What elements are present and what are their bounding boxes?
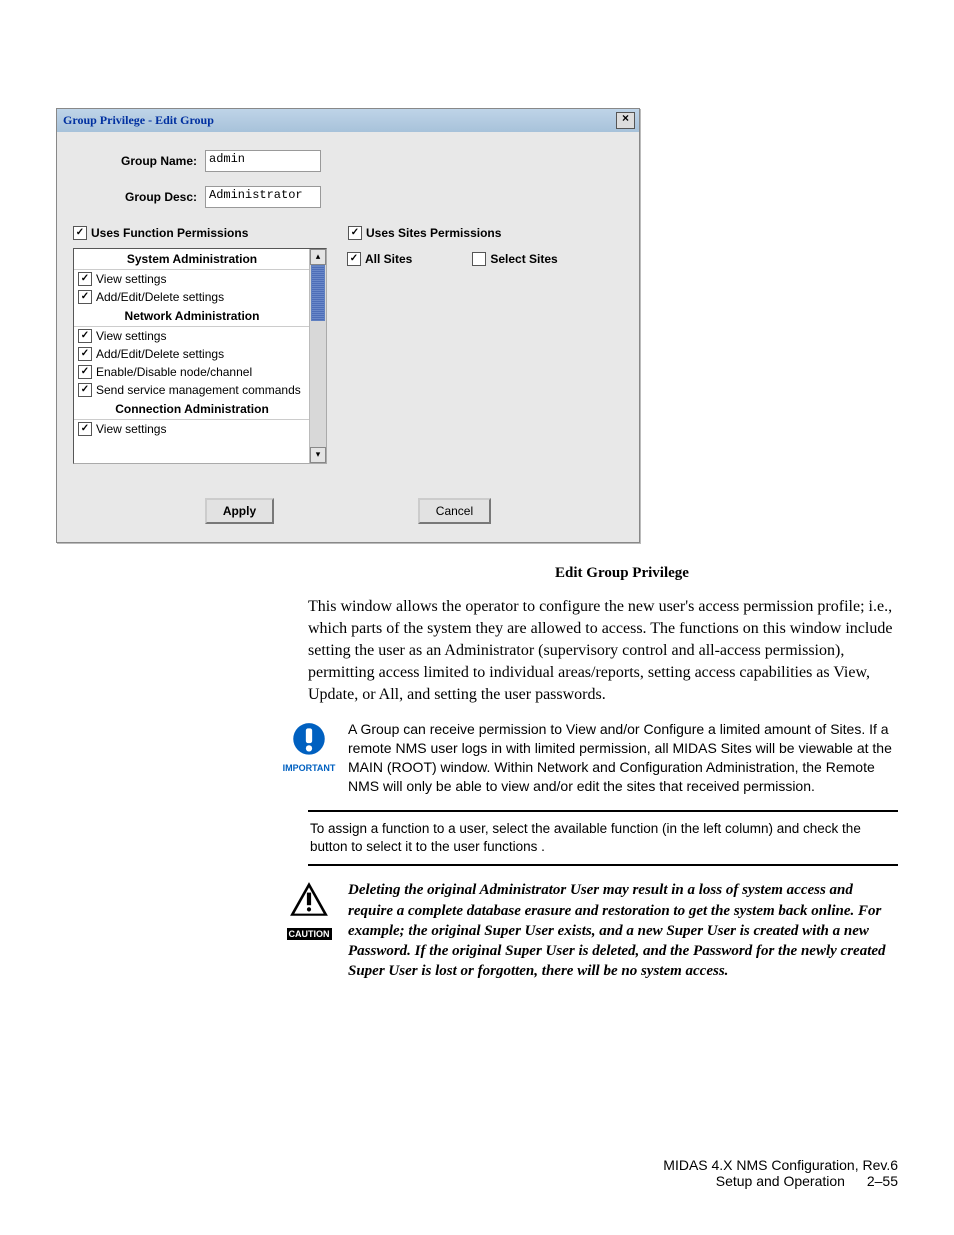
footer-line-1: MIDAS 4.X NMS Configuration, Rev.6 bbox=[663, 1157, 898, 1173]
all-sites-checkbox[interactable] bbox=[347, 252, 361, 266]
section-system-admin: System Administration bbox=[74, 249, 310, 270]
section-network-admin: Network Administration bbox=[74, 306, 310, 327]
caution-label: CAUTION bbox=[287, 928, 332, 940]
uses-function-checkbox[interactable] bbox=[73, 226, 87, 240]
important-note: IMPORTANT A Group can receive permission… bbox=[282, 720, 898, 796]
scroll-thumb[interactable] bbox=[311, 265, 325, 321]
all-sites-label: All Sites bbox=[365, 252, 412, 266]
assign-function-note: To assign a function to a user, select t… bbox=[308, 810, 898, 866]
group-desc-field[interactable]: Administrator bbox=[205, 186, 321, 208]
group-name-field[interactable]: admin bbox=[205, 150, 321, 172]
group-desc-label: Group Desc: bbox=[73, 190, 205, 204]
caution-icon bbox=[288, 880, 330, 922]
important-text: A Group can receive permission to View a… bbox=[348, 720, 898, 796]
perm-checkbox[interactable] bbox=[78, 365, 92, 379]
page-footer: MIDAS 4.X NMS Configuration, Rev.6 Setup… bbox=[663, 1157, 898, 1189]
uses-function-label: Uses Function Permissions bbox=[91, 226, 248, 240]
perm-checkbox[interactable] bbox=[78, 272, 92, 286]
perm-checkbox[interactable] bbox=[78, 383, 92, 397]
edit-group-dialog: Group Privilege - Edit Group × Group Nam… bbox=[56, 108, 640, 543]
perm-checkbox[interactable] bbox=[78, 290, 92, 304]
important-label: IMPORTANT bbox=[282, 763, 336, 773]
function-permissions-list[interactable]: System Administration View settings Add/… bbox=[73, 248, 327, 464]
footer-section: Setup and Operation bbox=[716, 1173, 845, 1189]
select-sites-checkbox[interactable] bbox=[472, 252, 486, 266]
caution-text: Deleting the original Administrator User… bbox=[348, 880, 898, 981]
perm-checkbox[interactable] bbox=[78, 329, 92, 343]
scroll-down-icon[interactable]: ▾ bbox=[310, 447, 326, 463]
group-name-label: Group Name: bbox=[73, 154, 205, 168]
description-paragraph: This window allows the operator to confi… bbox=[308, 596, 898, 706]
cancel-button[interactable]: Cancel bbox=[418, 498, 491, 524]
section-connection-admin: Connection Administration bbox=[74, 399, 310, 420]
footer-page-number: 2–55 bbox=[867, 1173, 898, 1189]
dialog-titlebar: Group Privilege - Edit Group × bbox=[57, 109, 639, 132]
uses-sites-label: Uses Sites Permissions bbox=[366, 226, 501, 240]
scrollbar[interactable]: ▴ ▾ bbox=[309, 249, 326, 463]
dialog-title: Group Privilege - Edit Group bbox=[63, 113, 214, 128]
select-sites-label: Select Sites bbox=[490, 252, 557, 266]
sites-permissions-panel: All Sites Select Sites bbox=[341, 248, 623, 464]
caution-note: CAUTION Deleting the original Administra… bbox=[282, 880, 898, 981]
important-icon bbox=[288, 720, 330, 762]
perm-checkbox[interactable] bbox=[78, 347, 92, 361]
figure-caption: Edit Group Privilege bbox=[56, 565, 898, 582]
apply-button[interactable]: Apply bbox=[205, 498, 274, 524]
close-icon[interactable]: × bbox=[616, 112, 635, 129]
scroll-up-icon[interactable]: ▴ bbox=[310, 249, 326, 265]
uses-sites-checkbox[interactable] bbox=[348, 226, 362, 240]
perm-checkbox[interactable] bbox=[78, 422, 92, 436]
